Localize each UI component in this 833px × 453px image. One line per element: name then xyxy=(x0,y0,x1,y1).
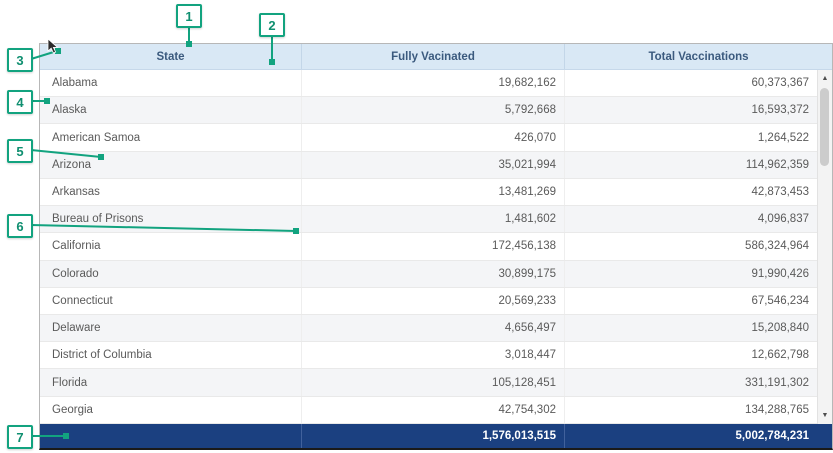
cell-fully-vaccinated: 1,481,602 xyxy=(302,206,565,232)
callout-3: 3 xyxy=(7,48,33,72)
list-table: State Fully Vacinated Total Vaccinations… xyxy=(39,43,833,450)
table-row[interactable]: American Samoa 426,070 1,264,522 xyxy=(40,124,832,151)
total-cell-state xyxy=(40,424,302,448)
table-row[interactable]: Delaware 4,656,497 15,208,840 xyxy=(40,315,832,342)
column-header-fully-vaccinated[interactable]: Fully Vacinated xyxy=(302,44,565,69)
cell-total-vaccinations: 67,546,234 xyxy=(565,288,817,314)
table-row[interactable]: District of Columbia 3,018,447 12,662,79… xyxy=(40,342,832,369)
table-body: Alabama 19,682,162 60,373,367 Alaska 5,7… xyxy=(40,70,832,424)
cell-fully-vaccinated: 3,018,447 xyxy=(302,342,565,368)
cell-fully-vaccinated: 19,682,162 xyxy=(302,70,565,96)
cell-total-vaccinations: 12,662,798 xyxy=(565,342,817,368)
cell-total-vaccinations: 16,593,372 xyxy=(565,97,817,123)
cell-fully-vaccinated: 426,070 xyxy=(302,124,565,150)
table-row[interactable]: California 172,456,138 586,324,964 xyxy=(40,233,832,260)
table-row[interactable]: Bureau of Prisons 1,481,602 4,096,837 xyxy=(40,206,832,233)
cell-state: Colorado xyxy=(40,261,302,287)
cell-state: Arkansas xyxy=(40,179,302,205)
table-row[interactable]: Colorado 30,899,175 91,990,426 xyxy=(40,261,832,288)
cell-state: Connecticut xyxy=(40,288,302,314)
cell-fully-vaccinated: 35,021,994 xyxy=(302,152,565,178)
table-header-row: State Fully Vacinated Total Vaccinations xyxy=(40,44,832,70)
total-row: 1,576,013,515 5,002,784,231 xyxy=(40,424,832,448)
callout-2: 2 xyxy=(259,13,285,37)
table-row[interactable]: Alabama 19,682,162 60,373,367 xyxy=(40,70,832,97)
table-row[interactable]: Georgia 42,754,302 134,288,765 xyxy=(40,397,832,424)
scrollbar-up-icon[interactable]: ▲ xyxy=(818,71,832,86)
cell-total-vaccinations: 42,873,453 xyxy=(565,179,817,205)
cell-state: Arizona xyxy=(40,152,302,178)
cell-total-vaccinations: 15,208,840 xyxy=(565,315,817,341)
cell-total-vaccinations: 91,990,426 xyxy=(565,261,817,287)
table-row[interactable]: Arkansas 13,481,269 42,873,453 xyxy=(40,179,832,206)
total-cell-fully-vaccinated: 1,576,013,515 xyxy=(302,424,565,448)
cell-state: Georgia xyxy=(40,397,302,423)
cell-fully-vaccinated: 30,899,175 xyxy=(302,261,565,287)
callout-4: 4 xyxy=(7,90,33,114)
scrollbar-down-icon[interactable]: ▼ xyxy=(818,408,832,423)
table-row[interactable]: Arizona 35,021,994 114,962,359 xyxy=(40,152,832,179)
cell-state: Alabama xyxy=(40,70,302,96)
callout-7: 7 xyxy=(7,425,33,449)
scrollbar-thumb[interactable] xyxy=(820,88,829,166)
cell-state: Florida xyxy=(40,369,302,395)
cell-total-vaccinations: 586,324,964 xyxy=(565,233,817,259)
cell-fully-vaccinated: 105,128,451 xyxy=(302,369,565,395)
cell-state: California xyxy=(40,233,302,259)
cell-fully-vaccinated: 13,481,269 xyxy=(302,179,565,205)
cell-state: American Samoa xyxy=(40,124,302,150)
cell-state: Alaska xyxy=(40,97,302,123)
column-header-total-vaccinations[interactable]: Total Vaccinations xyxy=(565,44,832,69)
cell-total-vaccinations: 1,264,522 xyxy=(565,124,817,150)
callout-6: 6 xyxy=(7,214,33,238)
cell-state: Delaware xyxy=(40,315,302,341)
vertical-scrollbar[interactable]: ▲ ▼ xyxy=(817,70,832,424)
callout-5: 5 xyxy=(7,139,33,163)
table-row[interactable]: Alaska 5,792,668 16,593,372 xyxy=(40,97,832,124)
total-cell-total-vaccinations: 5,002,784,231 xyxy=(565,424,832,448)
cell-total-vaccinations: 60,373,367 xyxy=(565,70,817,96)
column-header-state[interactable]: State xyxy=(40,44,302,69)
cell-fully-vaccinated: 5,792,668 xyxy=(302,97,565,123)
callout-1: 1 xyxy=(176,4,202,28)
cell-total-vaccinations: 331,191,302 xyxy=(565,369,817,395)
cell-state: Bureau of Prisons xyxy=(40,206,302,232)
cell-fully-vaccinated: 42,754,302 xyxy=(302,397,565,423)
cell-fully-vaccinated: 172,456,138 xyxy=(302,233,565,259)
cell-fully-vaccinated: 4,656,497 xyxy=(302,315,565,341)
screenshot-root: State Fully Vacinated Total Vaccinations… xyxy=(0,0,833,453)
cell-state: District of Columbia xyxy=(40,342,302,368)
cell-total-vaccinations: 114,962,359 xyxy=(565,152,817,178)
cell-total-vaccinations: 134,288,765 xyxy=(565,397,817,423)
table-row[interactable]: Florida 105,128,451 331,191,302 xyxy=(40,369,832,396)
cell-fully-vaccinated: 20,569,233 xyxy=(302,288,565,314)
cell-total-vaccinations: 4,096,837 xyxy=(565,206,817,232)
table-row[interactable]: Connecticut 20,569,233 67,546,234 xyxy=(40,288,832,315)
